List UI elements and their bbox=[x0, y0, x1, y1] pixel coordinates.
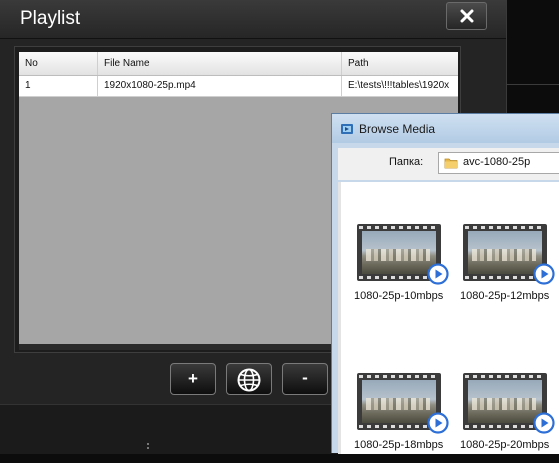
play-icon bbox=[427, 412, 449, 434]
media-list[interactable]: 1080-25p-10mbps 1080-25p-12mbps 1080-25p… bbox=[338, 182, 559, 454]
resize-grip[interactable] bbox=[147, 443, 149, 451]
add-button[interactable]: + bbox=[170, 363, 216, 395]
thumbnail-image bbox=[468, 231, 542, 274]
play-icon bbox=[533, 412, 555, 434]
row-path: E:\tests\!!!tables\1920x bbox=[348, 80, 450, 91]
folder-icon bbox=[444, 158, 458, 169]
media-item-label: 1080-25p-20mbps bbox=[460, 439, 550, 451]
media-item[interactable]: 1080-25p-20mbps bbox=[460, 373, 559, 463]
folder-label: Папка: bbox=[389, 156, 424, 168]
media-item-label: 1080-25p-10mbps bbox=[354, 290, 444, 302]
folder-value: avc-1080-25p bbox=[463, 156, 531, 168]
media-item[interactable]: 1080-25p-12mbps bbox=[460, 224, 559, 314]
table-header: No File Name Path bbox=[19, 52, 458, 76]
globe-icon bbox=[237, 368, 261, 392]
browse-media-window: Browse Media Папка: avc-1080-25p 1080-25… bbox=[331, 113, 559, 454]
playlist-titlebar[interactable]: Playlist bbox=[0, 0, 506, 39]
add-url-button[interactable] bbox=[226, 363, 272, 395]
thumbnail-image bbox=[362, 231, 436, 274]
browse-media-titlebar[interactable]: Browse Media bbox=[332, 114, 559, 143]
column-header-no[interactable]: No bbox=[19, 52, 98, 75]
list-scrollbar[interactable] bbox=[338, 182, 341, 454]
remove-button[interactable]: - bbox=[282, 363, 328, 395]
thumbnail-image bbox=[362, 380, 436, 423]
media-app-icon bbox=[341, 124, 353, 134]
column-header-file-name[interactable]: File Name bbox=[98, 52, 342, 75]
folder-select[interactable]: avc-1080-25p bbox=[438, 152, 559, 174]
close-button[interactable] bbox=[446, 2, 487, 30]
background-divider bbox=[506, 84, 559, 85]
row-file-name: 1920x1080-25p.mp4 bbox=[98, 76, 342, 96]
play-icon bbox=[533, 263, 555, 285]
media-item[interactable]: 1080-25p-18mbps bbox=[354, 373, 455, 463]
media-item-label: 1080-25p-18mbps bbox=[354, 439, 444, 451]
row-no: 1 bbox=[19, 76, 98, 96]
media-item-label: 1080-25p-12mbps bbox=[460, 290, 550, 302]
browse-media-title: Browse Media bbox=[359, 122, 436, 136]
playlist-title: Playlist bbox=[20, 8, 81, 29]
play-icon bbox=[427, 263, 449, 285]
media-item[interactable]: 1080-25p-10mbps bbox=[354, 224, 455, 314]
thumbnail-image bbox=[468, 380, 542, 423]
table-row[interactable]: 1 1920x1080-25p.mp4 E:\tests\!!!tables\1… bbox=[19, 76, 458, 97]
column-header-path[interactable]: Path bbox=[342, 52, 458, 75]
close-icon bbox=[460, 9, 474, 23]
